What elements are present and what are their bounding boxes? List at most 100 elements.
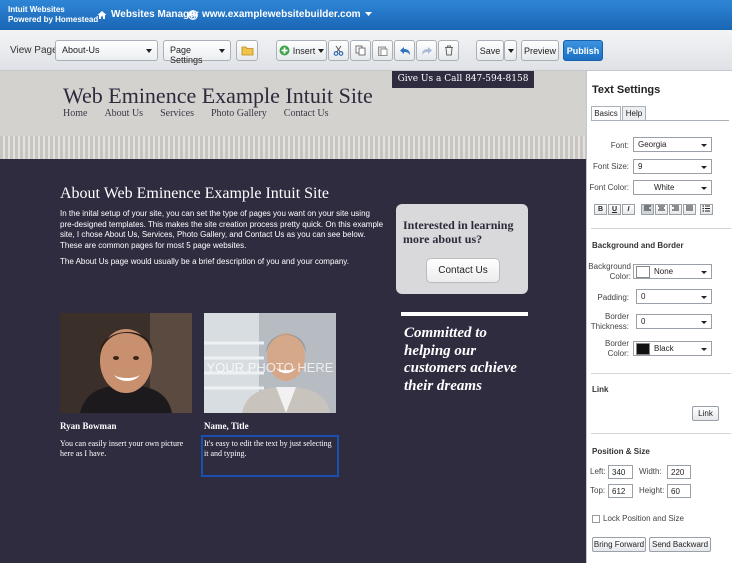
bg-color-label: Background Color:	[588, 262, 631, 281]
align-right-icon	[672, 205, 679, 211]
height-input[interactable]: 60	[667, 484, 691, 498]
globe-icon	[188, 9, 198, 20]
photo-placeholder-text: YOUR PHOTO HERE	[207, 360, 334, 375]
paste-button[interactable]	[372, 40, 393, 61]
width-label: Width:	[639, 467, 662, 476]
site-url-dropdown[interactable]: www.examplewebsitebuilder.com	[188, 9, 372, 20]
paste-icon	[378, 46, 388, 56]
bullet-list-button[interactable]	[700, 204, 713, 215]
site-nav-photo-gallery[interactable]: Photo Gallery	[211, 108, 267, 119]
motto-divider	[401, 312, 528, 316]
page-settings-button[interactable]: Page Settings	[163, 40, 231, 65]
undo-button[interactable]	[394, 40, 415, 61]
person-photo-2[interactable]: YOUR PHOTO HERE	[204, 313, 336, 413]
site-nav-home[interactable]: Home	[63, 108, 87, 119]
chevron-down-icon	[701, 144, 707, 147]
about-heading[interactable]: About Web Eminence Example Intuit Site	[60, 185, 329, 203]
font-label: Font:	[610, 141, 629, 150]
preview-button[interactable]: Preview	[521, 40, 559, 61]
person-1-name[interactable]: Ryan Bowman	[60, 421, 116, 431]
border-color-swatch	[636, 343, 650, 355]
cta-box[interactable]: Interested in learning more about us? Co…	[396, 204, 528, 294]
site-nav-services[interactable]: Services	[160, 108, 194, 119]
padding-select[interactable]: 0	[636, 289, 712, 304]
motto-text[interactable]: Committed to helping our customers achie…	[404, 325, 530, 395]
person-2-description[interactable]: It's easy to edit the text by just selec…	[204, 439, 336, 459]
contact-us-button[interactable]: Contact Us	[426, 258, 500, 283]
chevron-down-icon	[701, 321, 707, 324]
site-nav: Home About Us Services Photo Gallery Con…	[63, 108, 329, 119]
send-backward-button[interactable]: Send Backward	[649, 537, 711, 552]
insert-label: Insert	[292, 45, 316, 56]
site-nav-contact-us[interactable]: Contact Us	[284, 108, 329, 119]
position-size-heading: Position & Size	[592, 447, 650, 456]
cut-button[interactable]	[328, 40, 349, 61]
save-button[interactable]: Save	[476, 40, 504, 61]
websites-manager-label: Websites Manager	[111, 9, 199, 20]
site-url-label: www.examplewebsitebuilder.com	[202, 9, 361, 20]
chevron-down-icon	[701, 271, 707, 274]
left-input[interactable]: 340	[608, 465, 633, 479]
align-justify-button[interactable]	[683, 204, 696, 215]
font-select[interactable]: Georgia	[633, 137, 712, 152]
header-stripe-band	[0, 136, 586, 159]
websites-manager-link[interactable]: Websites Manager	[97, 9, 199, 20]
about-paragraph-2[interactable]: The About Us page would usually be a bri…	[60, 257, 386, 266]
home-icon	[97, 10, 107, 19]
chevron-down-icon	[219, 49, 225, 53]
view-page-label: View Page:	[10, 45, 61, 56]
person-2-name[interactable]: Name, Title	[204, 421, 249, 431]
italic-button[interactable]: I	[622, 204, 635, 215]
chevron-down-icon	[701, 348, 707, 351]
about-paragraph[interactable]: In the inital setup of your site, you ca…	[60, 209, 386, 251]
brand-logo: Intuit Websites Powered by Homestead	[8, 5, 98, 25]
undo-icon	[399, 46, 410, 55]
page-canvas[interactable]: Give Us a Call 847-594-8158 Web Eminence…	[0, 71, 586, 563]
call-bar[interactable]: Give Us a Call 847-594-8158	[392, 71, 534, 88]
link-heading: Link	[592, 385, 609, 394]
lock-position-checkbox[interactable]	[592, 515, 600, 523]
copy-button[interactable]	[350, 40, 371, 61]
align-left-icon	[644, 205, 651, 211]
publish-button[interactable]: Publish	[563, 40, 603, 61]
publish-label: Publish	[566, 45, 600, 56]
preview-label: Preview	[523, 45, 556, 56]
bold-button[interactable]: B	[594, 204, 607, 215]
tab-help[interactable]: Help	[622, 106, 646, 121]
top-input[interactable]: 612	[608, 484, 633, 498]
redo-button[interactable]	[416, 40, 437, 61]
trash-icon	[444, 45, 453, 56]
section-divider	[591, 373, 731, 374]
bring-forward-button[interactable]: Bring Forward	[592, 537, 646, 552]
delete-button[interactable]	[438, 40, 459, 61]
folder-icon	[241, 46, 253, 56]
align-left-button[interactable]	[641, 204, 654, 215]
copy-icon	[355, 45, 366, 56]
align-right-button[interactable]	[669, 204, 682, 215]
insert-button[interactable]: Insert	[276, 40, 327, 61]
lock-position-label: Lock Position and Size	[603, 514, 684, 523]
site-title[interactable]: Web Eminence Example Intuit Site	[63, 83, 373, 109]
border-thickness-select[interactable]: 0	[636, 314, 712, 329]
width-input[interactable]: 220	[667, 465, 691, 479]
text-settings-panel: Text Settings Basics Help Font: Georgia …	[586, 71, 732, 563]
view-page-select[interactable]: About-Us	[55, 40, 158, 61]
view-page-value: About-Us	[62, 45, 100, 55]
chevron-down-icon	[701, 296, 707, 299]
underline-button[interactable]: U	[608, 204, 621, 215]
person-1-description[interactable]: You can easily insert your own picture h…	[60, 439, 192, 459]
page-manager-button[interactable]	[236, 40, 258, 61]
tab-basics[interactable]: Basics	[591, 106, 621, 121]
font-size-value: 9	[638, 162, 643, 171]
font-color-select[interactable]: White	[633, 180, 712, 195]
border-color-label: Border Color:	[604, 339, 629, 358]
font-value: Georgia	[638, 140, 667, 149]
cta-text: Interested in learning more about us?	[403, 218, 514, 246]
font-size-select[interactable]: 9	[633, 159, 712, 174]
save-options-button[interactable]	[504, 40, 517, 61]
link-button[interactable]: Link	[692, 406, 719, 421]
site-nav-about-us[interactable]: About Us	[104, 108, 143, 119]
person-photo-1[interactable]	[60, 313, 192, 413]
align-center-icon	[658, 205, 665, 211]
align-center-button[interactable]	[655, 204, 668, 215]
